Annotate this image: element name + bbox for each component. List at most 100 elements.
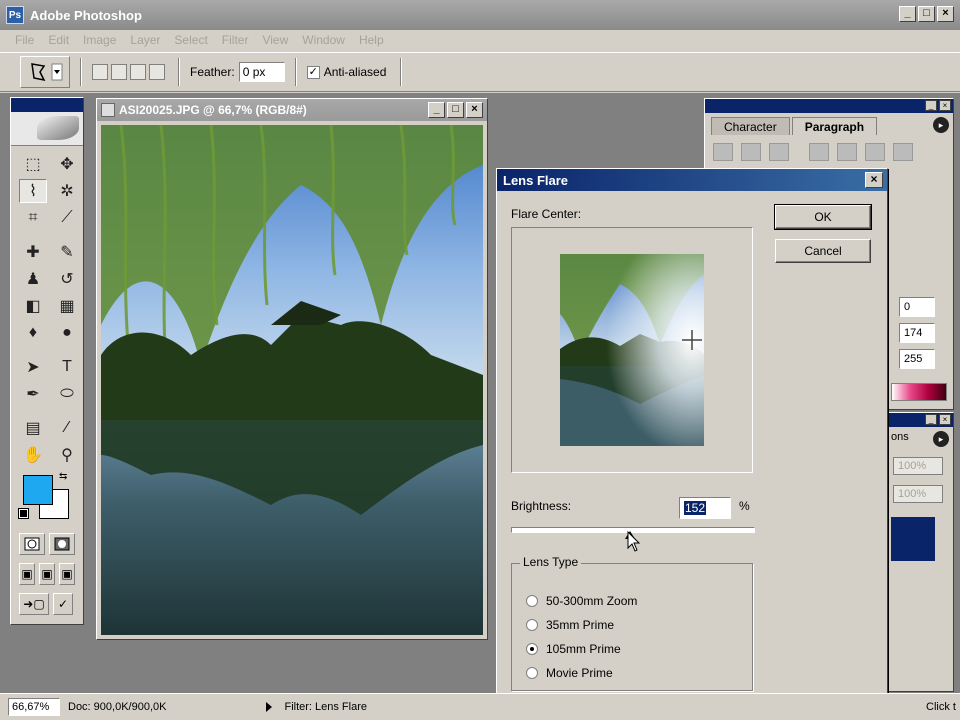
menu-help[interactable]: Help [352, 33, 391, 47]
palette-menu-icon[interactable]: ▸ [933, 431, 949, 447]
justify-right-icon[interactable] [865, 143, 885, 161]
crop-tool-icon[interactable]: ⌗ [19, 206, 47, 230]
ok-button[interactable]: OK [774, 204, 872, 230]
notes-tool-icon[interactable]: ▤ [19, 416, 47, 440]
close-button[interactable]: × [937, 6, 954, 22]
screen-mode-full-button[interactable]: ▣ [59, 563, 75, 585]
menu-view[interactable]: View [255, 33, 295, 47]
standard-mode-button[interactable] [19, 533, 45, 555]
gradient-tool-icon[interactable]: ▦ [53, 294, 81, 318]
magic-wand-icon[interactable]: ✲ [53, 179, 81, 203]
screen-mode-full-menu-button[interactable]: ▣ [39, 563, 55, 585]
history-brush-icon[interactable]: ↺ [53, 267, 81, 291]
align-right-icon[interactable] [769, 143, 789, 161]
path-selection-icon[interactable]: ➤ [19, 355, 47, 379]
subtract-selection-icon[interactable] [130, 64, 146, 80]
align-center-icon[interactable] [741, 143, 761, 161]
palette-field-b[interactable]: 255 [899, 349, 935, 369]
lens-option-zoom[interactable]: 50-300mm Zoom [526, 594, 637, 608]
lens-option-movie[interactable]: Movie Prime [526, 666, 613, 680]
lens-option-105mm[interactable]: 105mm Prime [526, 642, 621, 656]
dialog-close-button[interactable]: × [865, 172, 883, 188]
color-ramp[interactable] [891, 383, 947, 401]
hand-tool-icon[interactable]: ✋ [19, 443, 47, 467]
foreground-color-swatch[interactable] [23, 475, 53, 505]
marquee-tool-icon[interactable]: ⬚ [19, 152, 47, 176]
antialiased-checkbox[interactable]: ✓ [306, 65, 320, 79]
tab-options[interactable]: ons [887, 431, 909, 443]
brush-tool-icon[interactable]: ✎ [53, 240, 81, 264]
status-menu-arrow-icon[interactable] [266, 702, 273, 712]
menu-file[interactable]: File [8, 33, 41, 47]
blur-tool-icon[interactable]: ♦ [19, 321, 47, 345]
document-canvas[interactable] [101, 125, 483, 635]
tab-paragraph[interactable]: Paragraph [791, 117, 878, 135]
healing-brush-icon[interactable]: ✚ [19, 240, 47, 264]
fill-field[interactable]: 100% [893, 485, 943, 503]
palette-minimize-button[interactable]: _ [925, 100, 937, 111]
zoom-level-field[interactable]: 66,67% [8, 698, 60, 716]
default-colors-icon[interactable] [18, 508, 29, 519]
jump-to-imageready-button[interactable]: ➜▢ [19, 593, 49, 615]
menu-filter[interactable]: Filter [215, 33, 256, 47]
shape-tool-icon[interactable]: ⬭ [53, 382, 81, 406]
menu-window[interactable]: Window [295, 33, 352, 47]
palette-field-r[interactable]: 0 [899, 297, 935, 317]
commit-icon[interactable]: ✓ [53, 593, 73, 615]
justify-center-icon[interactable] [837, 143, 857, 161]
radio-105mm[interactable] [526, 643, 538, 655]
add-selection-icon[interactable] [111, 64, 127, 80]
tool-preset-picker[interactable] [20, 56, 70, 88]
justify-all-icon[interactable] [893, 143, 913, 161]
eraser-tool-icon[interactable]: ◧ [19, 294, 47, 318]
palette-field-g[interactable]: 174 [899, 323, 935, 343]
palette-header[interactable]: _ × [887, 413, 953, 427]
lens-option-35mm[interactable]: 35mm Prime [526, 618, 614, 632]
swap-colors-icon[interactable]: ⇆ [59, 471, 67, 482]
maximize-button[interactable]: □ [918, 6, 935, 22]
cancel-button[interactable]: Cancel [775, 239, 871, 263]
opacity-field[interactable]: 100% [893, 457, 943, 475]
palette-close-button[interactable]: × [939, 100, 951, 111]
palette-menu-icon[interactable]: ▸ [933, 117, 949, 133]
zoom-tool-icon[interactable]: ⚲ [53, 443, 81, 467]
align-left-icon[interactable] [713, 143, 733, 161]
dialog-titlebar[interactable]: Lens Flare [497, 169, 887, 191]
pen-tool-icon[interactable]: ✒ [19, 382, 47, 406]
new-selection-icon[interactable] [92, 64, 108, 80]
screen-mode-standard-button[interactable]: ▣ [19, 563, 35, 585]
type-tool-icon[interactable]: T [53, 355, 81, 379]
move-tool-icon[interactable]: ✥ [53, 152, 81, 176]
feather-input[interactable]: 0 px [238, 62, 285, 82]
tab-character[interactable]: Character [711, 117, 790, 135]
doc-close-button[interactable]: × [466, 102, 483, 118]
menu-image[interactable]: Image [76, 33, 123, 47]
app-titlebar: Ps Adobe Photoshop _ □ × [0, 0, 960, 30]
layer-thumbnail[interactable] [891, 517, 935, 561]
toolbox-logo[interactable] [11, 112, 83, 146]
radio-zoom[interactable] [526, 595, 538, 607]
slice-tool-icon[interactable]: ⟋ [53, 206, 81, 230]
quick-mask-button[interactable] [49, 533, 75, 555]
menu-select[interactable]: Select [167, 33, 214, 47]
radio-movie[interactable] [526, 667, 538, 679]
minimize-button[interactable]: _ [899, 6, 916, 22]
brightness-input[interactable]: 152 [679, 497, 731, 519]
doc-maximize-button[interactable]: □ [447, 102, 464, 118]
radio-35mm[interactable] [526, 619, 538, 631]
justify-left-icon[interactable] [809, 143, 829, 161]
dodge-tool-icon[interactable]: ● [53, 321, 81, 345]
flare-preview-image[interactable] [560, 254, 704, 446]
menu-layer[interactable]: Layer [123, 33, 167, 47]
palette-minimize-button[interactable]: _ [925, 414, 937, 425]
palette-close-button[interactable]: × [939, 414, 951, 425]
lens-type-group: Lens Type 50-300mm Zoom 35mm Prime 105mm… [511, 555, 753, 691]
clone-stamp-icon[interactable]: ♟ [19, 267, 47, 291]
toolbox-header[interactable] [11, 98, 83, 112]
intersect-selection-icon[interactable] [149, 64, 165, 80]
menu-edit[interactable]: Edit [41, 33, 76, 47]
lasso-tool-icon[interactable]: ⌇ [19, 179, 47, 203]
eyedropper-icon[interactable]: ⁄ [53, 416, 81, 440]
doc-minimize-button[interactable]: _ [428, 102, 445, 118]
palette-header[interactable]: _ × [705, 99, 953, 113]
